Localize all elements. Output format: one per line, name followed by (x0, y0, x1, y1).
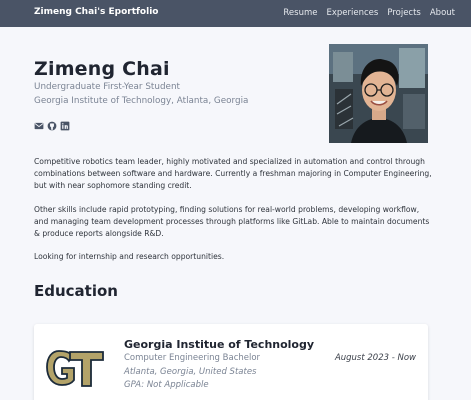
education-card: Georgia Institue of Technology Computer … (34, 324, 428, 400)
bio-paragraph: Looking for internship and research oppo… (34, 252, 225, 261)
nav-links: Resume Experiences Projects About (283, 8, 455, 18)
georgia-tech-logo (46, 350, 104, 387)
profile-name: Zimeng Chai (34, 58, 170, 80)
education-gpa: GPA: Not Applicable (124, 380, 209, 390)
nav-link-experiences[interactable]: Experiences (327, 8, 379, 18)
profile-subtitle: Undergraduate First-Year Student (34, 82, 180, 92)
nav-link-resume[interactable]: Resume (283, 8, 317, 18)
email-icon[interactable] (34, 121, 44, 131)
social-links (34, 121, 70, 131)
education-school: Georgia Institue of Technology (124, 338, 315, 351)
linkedin-icon[interactable] (60, 121, 70, 131)
bio-paragraph: Other skills include rapid prototyping, … (34, 205, 430, 238)
profile-school: Georgia Institute of Technology, Atlanta… (34, 96, 249, 106)
brand-link[interactable]: Zimeng Chai's Eportfolio (34, 7, 158, 17)
bio-paragraph: Competitive robotics team leader, highly… (34, 157, 432, 190)
education-heading: Education (34, 282, 118, 300)
education-date: August 2023 - Now (334, 353, 416, 363)
education-degree: Computer Engineering Bachelor (124, 353, 261, 363)
nav-link-projects[interactable]: Projects (387, 8, 421, 18)
top-navbar: Zimeng Chai's Eportfolio Resume Experien… (0, 0, 471, 27)
profile-photo (329, 44, 428, 143)
nav-link-about[interactable]: About (430, 8, 455, 18)
github-icon[interactable] (47, 121, 57, 131)
education-location: Atlanta, Georgia, United States (124, 367, 257, 377)
